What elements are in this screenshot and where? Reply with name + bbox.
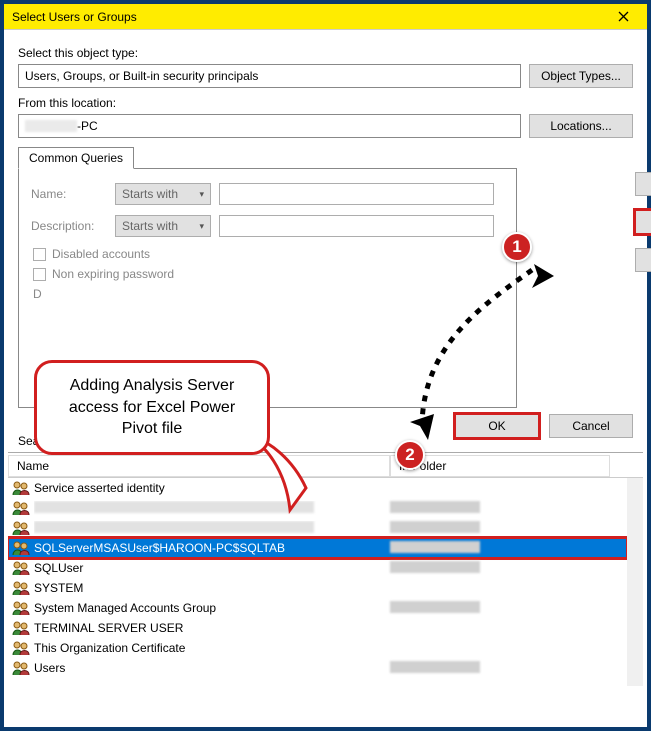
columns-button[interactable]: Columns...	[635, 172, 651, 196]
users-group-icon	[12, 540, 30, 556]
result-folder	[390, 581, 530, 595]
locations-button[interactable]: Locations...	[529, 114, 633, 138]
users-group-icon	[12, 520, 30, 536]
description-label: Description:	[31, 219, 107, 233]
find-now-button[interactable]: Find Now	[635, 210, 651, 234]
disabled-accounts-checkbox[interactable]	[33, 248, 46, 261]
location-field[interactable]: -PC	[18, 114, 521, 138]
result-folder	[390, 621, 530, 635]
result-row[interactable]	[8, 518, 627, 538]
ok-button[interactable]: OK	[455, 414, 539, 438]
result-name: Users	[34, 661, 390, 675]
name-label: Name:	[31, 187, 107, 201]
result-folder	[390, 561, 530, 575]
close-icon	[618, 11, 629, 22]
results-header: Name In Folder	[8, 455, 643, 478]
annotation-callout: Adding Analysis Server access for Excel …	[34, 360, 270, 455]
description-mode-combo[interactable]: Starts with ▾	[115, 215, 211, 237]
callout-text: Adding Analysis Server access for Excel …	[69, 377, 235, 437]
result-name: This Organization Certificate	[34, 641, 390, 655]
results-list[interactable]: ▴ Service asserted identity SQLServerMSAS…	[8, 478, 643, 686]
result-folder	[390, 601, 530, 615]
location-blur	[25, 120, 77, 132]
result-row[interactable]: SQLUser	[8, 558, 627, 578]
result-row[interactable]: TERMINAL SERVER USER	[8, 618, 627, 638]
result-folder	[390, 501, 530, 515]
description-input[interactable]	[219, 215, 494, 237]
result-row[interactable]: Service asserted identity	[8, 478, 627, 498]
users-group-icon	[12, 620, 30, 636]
result-row[interactable]: System Managed Accounts Group	[8, 598, 627, 618]
result-name	[34, 521, 390, 536]
object-types-button[interactable]: Object Types...	[529, 64, 633, 88]
result-row[interactable]	[8, 498, 627, 518]
result-row[interactable]: This Organization Certificate	[8, 638, 627, 658]
location-suffix: -PC	[77, 119, 98, 133]
non-expiring-label: Non expiring password	[52, 267, 174, 281]
column-name[interactable]: Name	[8, 455, 390, 477]
queries-right-buttons: Columns... Find Now Stop	[635, 172, 651, 272]
result-folder	[390, 661, 530, 675]
chevron-down-icon: ▾	[199, 189, 204, 200]
non-expiring-checkbox[interactable]	[33, 268, 46, 281]
window-title: Select Users or Groups	[12, 10, 605, 24]
location-label: From this location:	[18, 96, 633, 110]
scrollbar-up[interactable]: ▴	[627, 478, 643, 494]
disabled-accounts-label: Disabled accounts	[52, 247, 150, 261]
users-group-icon	[12, 660, 30, 676]
users-group-icon	[12, 560, 30, 576]
result-folder	[390, 481, 530, 495]
users-group-icon	[12, 640, 30, 656]
scrollbar-down[interactable]: ▾	[627, 670, 643, 686]
name-mode-combo[interactable]: Starts with ▾	[115, 183, 211, 205]
days-label-initial: D	[33, 287, 504, 301]
result-name: TERMINAL SERVER USER	[34, 621, 390, 635]
cancel-button[interactable]: Cancel	[549, 414, 633, 438]
step-badge-2: 2	[395, 440, 425, 470]
tab-common-queries[interactable]: Common Queries	[18, 147, 134, 169]
dialog-content: Select this object type: Object Types...…	[4, 30, 647, 408]
result-name: SQLUser	[34, 561, 390, 575]
object-type-field[interactable]	[18, 64, 521, 88]
result-folder	[390, 641, 530, 655]
result-name: SQLServerMSASUser$HAROON-PC$SQLTAB	[34, 541, 390, 555]
result-name: System Managed Accounts Group	[34, 601, 390, 615]
result-row[interactable]: Users	[8, 658, 627, 678]
users-group-icon	[12, 600, 30, 616]
stop-button[interactable]: Stop	[635, 248, 651, 272]
result-folder	[390, 541, 530, 555]
users-group-icon	[12, 480, 30, 496]
description-mode-text: Starts with	[122, 219, 178, 233]
result-name: SYSTEM	[34, 581, 390, 595]
titlebar: Select Users or Groups	[4, 4, 647, 30]
users-group-icon	[12, 500, 30, 516]
result-name	[34, 501, 390, 516]
step-badge-1: 1	[502, 232, 532, 262]
result-row[interactable]: SQLServerMSASUser$HAROON-PC$SQLTAB	[8, 538, 627, 558]
object-type-label: Select this object type:	[18, 46, 633, 60]
users-group-icon	[12, 580, 30, 596]
close-button[interactable]	[605, 6, 641, 28]
result-folder	[390, 521, 530, 535]
result-name: Service asserted identity	[34, 481, 390, 495]
result-row[interactable]: SYSTEM	[8, 578, 627, 598]
name-mode-text: Starts with	[122, 187, 178, 201]
name-input[interactable]	[219, 183, 494, 205]
chevron-down-icon: ▾	[199, 221, 204, 232]
